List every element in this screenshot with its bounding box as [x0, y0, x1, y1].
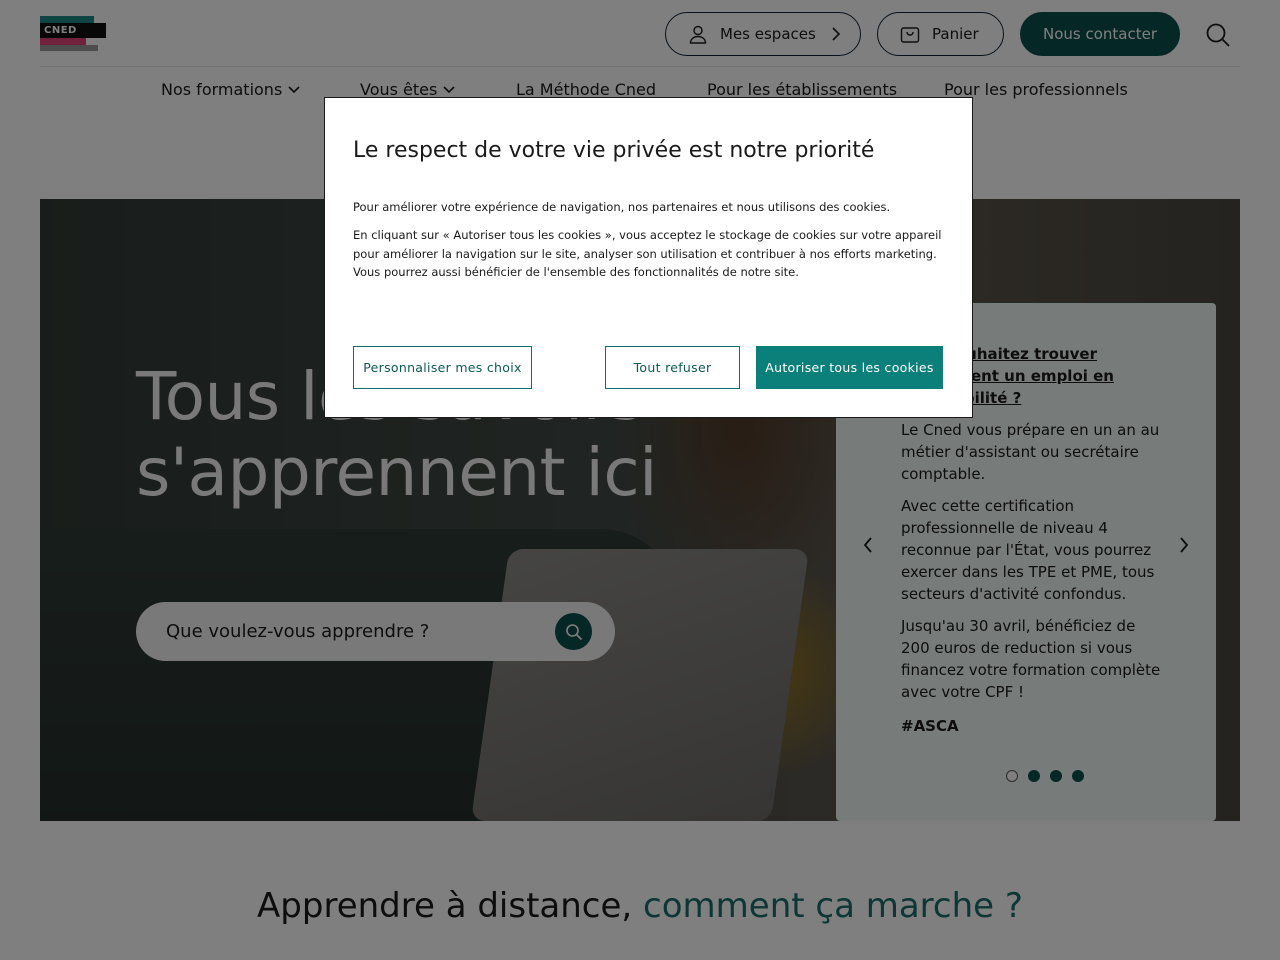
customize-cookies-button[interactable]: Personnaliser mes choix — [353, 346, 532, 389]
accept-cookies-button[interactable]: Autoriser tous les cookies — [756, 346, 943, 389]
refuse-cookies-button[interactable]: Tout refuser — [605, 346, 740, 389]
cookie-consent-dialog: Le respect de votre vie privée est notre… — [324, 97, 973, 418]
cookie-dialog-text-1: Pour améliorer votre expérience de navig… — [353, 200, 891, 214]
cookie-dialog-title: Le respect de votre vie privée est notre… — [353, 138, 875, 163]
cookie-dialog-text-2: En cliquant sur « Autoriser tous les coo… — [353, 228, 942, 279]
